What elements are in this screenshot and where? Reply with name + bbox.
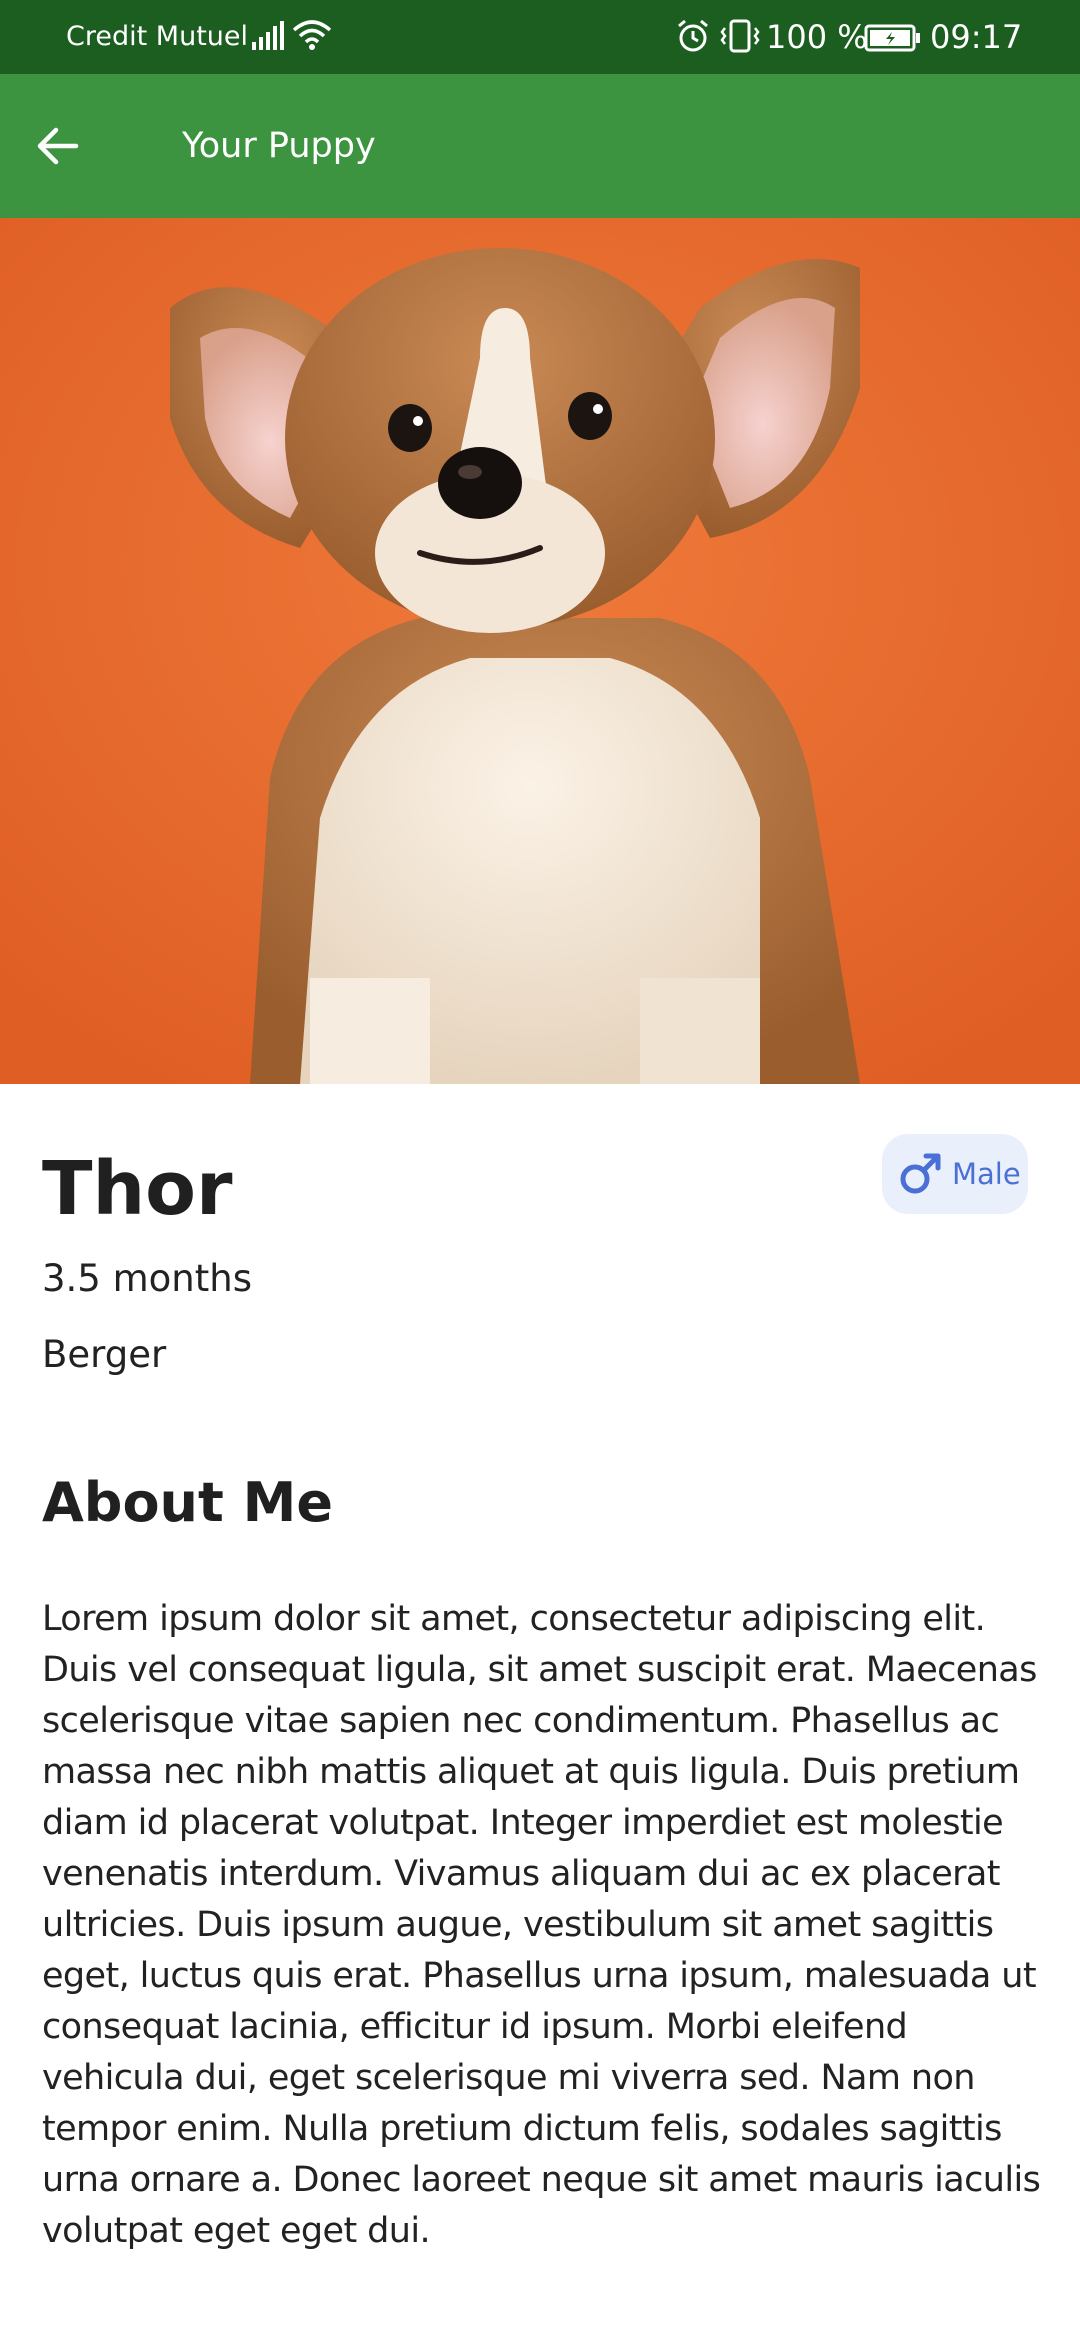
puppy-name: Thor (42, 1146, 233, 1232)
male-symbol-icon (900, 1153, 941, 1194)
page-title: Your Puppy (182, 126, 376, 166)
battery-percent: 100 % (766, 18, 868, 56)
gender-chip: Male (882, 1134, 1028, 1214)
puppy-photo (0, 218, 1080, 1084)
app-bar: Your Puppy (0, 74, 1080, 218)
about-text: Lorem ipsum dolor sit amet, consectetur … (42, 1599, 1041, 2251)
vibrate-icon (720, 19, 760, 53)
status-bar: Credit Mutuel 100 % 09:17 (0, 0, 1080, 74)
gender-label: Male (952, 1157, 1021, 1191)
about-heading: About Me (42, 1471, 333, 1534)
clock: 09:17 (930, 18, 1023, 56)
puppy-breed: Berger (42, 1333, 167, 1376)
signal-icon (252, 21, 284, 50)
carrier-name: Credit Mutuel (66, 21, 248, 52)
arrow-back-icon (37, 127, 79, 165)
wifi-icon (292, 20, 332, 50)
battery-icon (864, 24, 920, 52)
alarm-icon (678, 19, 708, 52)
puppy-details: Thor Male 3.5 months Berger About Me Lor… (0, 1084, 1080, 2340)
puppy-age: 3.5 months (42, 1257, 252, 1300)
back-button[interactable] (22, 110, 94, 182)
puppy-illustration (0, 218, 1080, 1084)
